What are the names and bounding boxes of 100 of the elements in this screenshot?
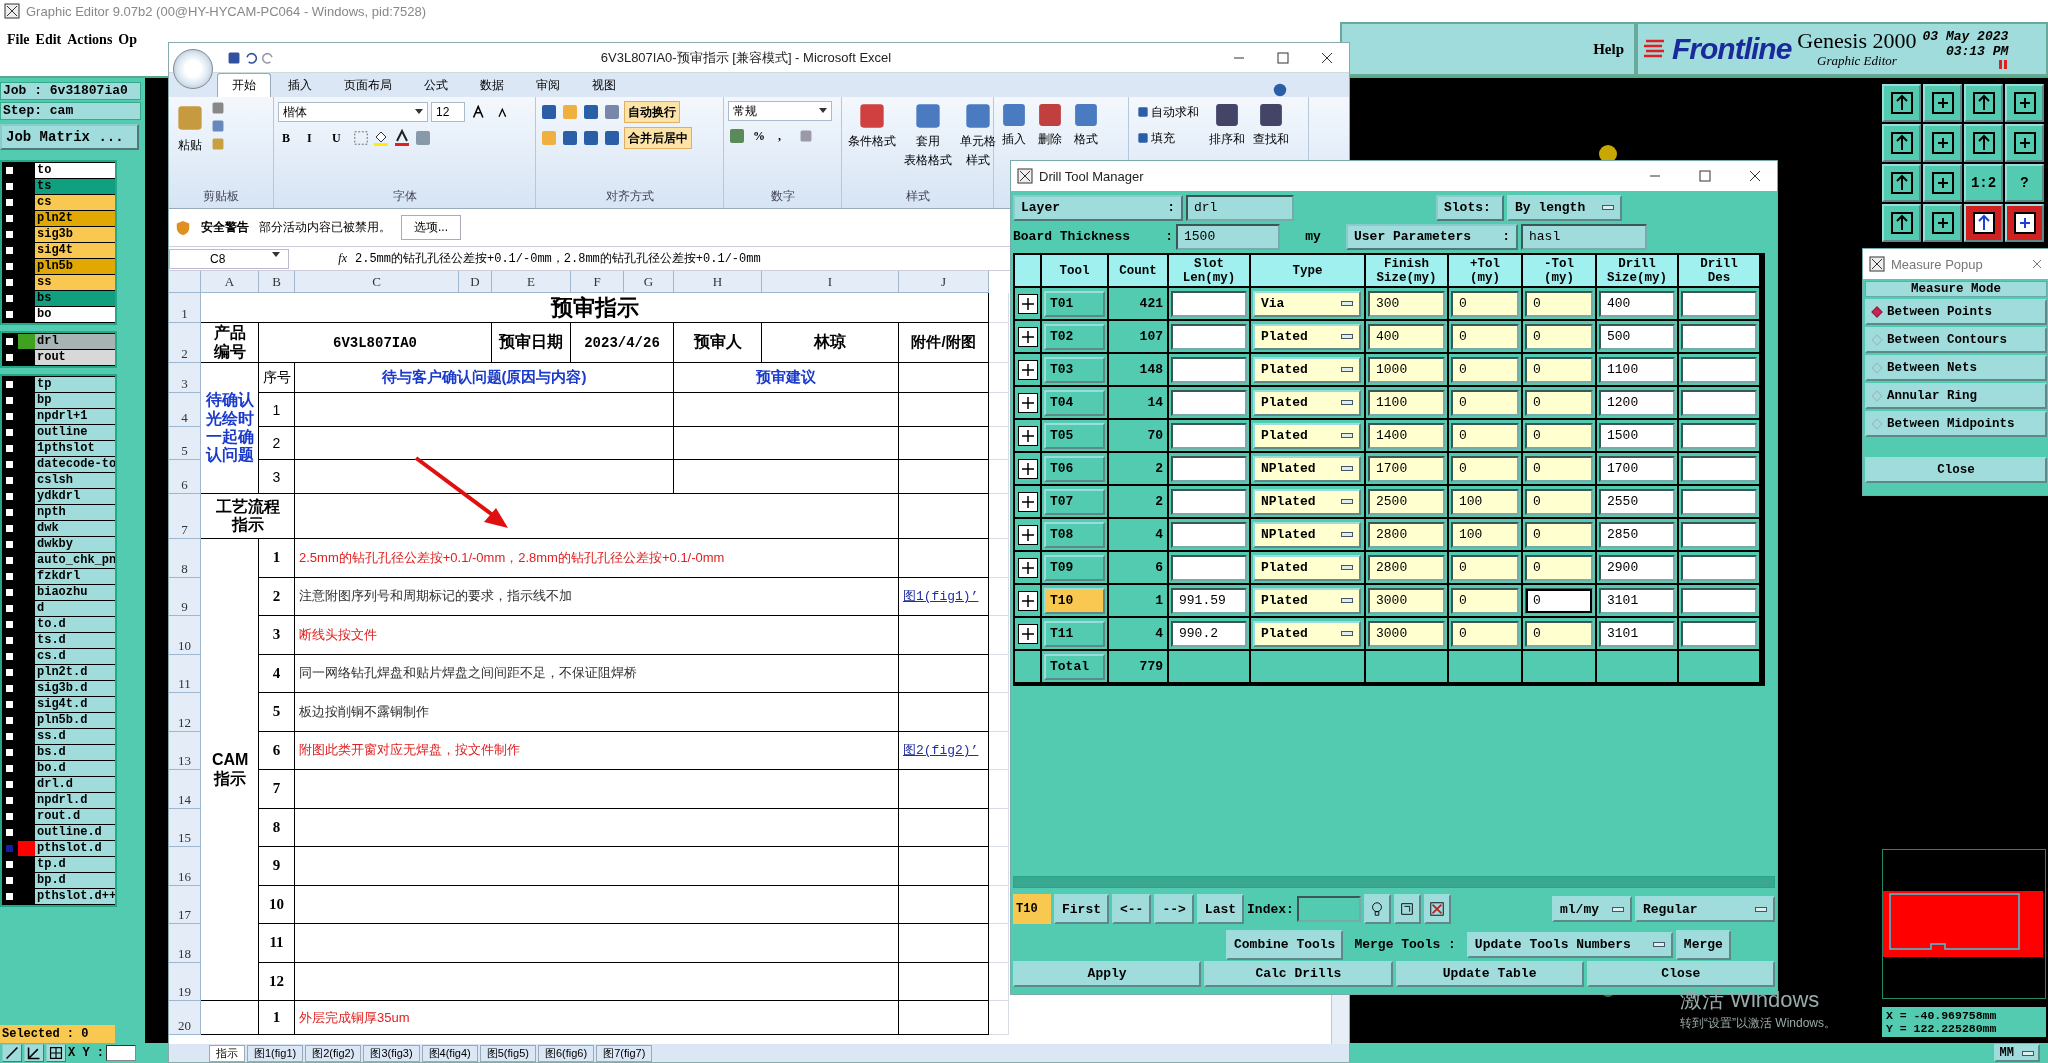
type-dropdown[interactable]: Plated — [1253, 422, 1361, 449]
editing-button[interactable]: 填充 — [1133, 127, 1203, 149]
plus-tolerance-field[interactable]: 0 — [1451, 389, 1519, 416]
cells-button[interactable]: 删除 — [1034, 101, 1066, 148]
layer-name[interactable]: dwkby — [35, 537, 115, 552]
layer-checkbox[interactable] — [4, 309, 15, 320]
layer-name[interactable]: bo.d — [35, 761, 115, 776]
measure-option[interactable]: Between Midpoints — [1865, 411, 2047, 437]
finish-size-field[interactable]: 2800 — [1368, 521, 1445, 548]
font-name-field[interactable]: 楷体 — [278, 102, 428, 122]
layer-name[interactable]: dwk — [35, 521, 115, 536]
layer-name[interactable]: fzkdrl — [35, 569, 115, 584]
toolbar-button[interactable] — [2005, 204, 2044, 242]
tool-button[interactable]: T05 — [1044, 422, 1105, 449]
layer-checkbox[interactable] — [4, 395, 15, 406]
tool-button[interactable]: T11 — [1044, 620, 1105, 647]
font-size-field[interactable]: 12 — [431, 102, 465, 122]
job-matrix-button[interactable]: Job Matrix ... — [0, 124, 139, 150]
expand-button[interactable] — [1017, 590, 1038, 611]
tool-button[interactable]: T07 — [1044, 488, 1105, 515]
toolbar-button[interactable] — [46, 1044, 66, 1062]
minus-tolerance-field[interactable]: 0 — [1525, 290, 1593, 317]
index-field[interactable] — [1296, 896, 1361, 922]
menu-item[interactable]: Op — [115, 22, 141, 52]
layer-name[interactable]: sig4t — [35, 243, 115, 258]
thickness-field[interactable]: 1500 — [1176, 223, 1280, 250]
layer-name[interactable]: pthslot.d++ — [35, 889, 115, 904]
style-button[interactable]: 套用 表格格式 — [902, 101, 954, 169]
drill-size-field[interactable]: 500 — [1599, 323, 1675, 350]
minus-tolerance-field[interactable]: 0 — [1525, 455, 1593, 482]
name-box[interactable]: C8 — [169, 248, 289, 269]
sheet-tab[interactable]: 图1(fig1) — [247, 1044, 304, 1062]
sheet-tab[interactable]: 图5(fig5) — [479, 1044, 536, 1062]
sheet-tab[interactable]: 图3(fig3) — [363, 1044, 420, 1062]
ribbon-tab[interactable]: 数据 — [465, 73, 519, 97]
layer-name[interactable]: npth — [35, 505, 115, 520]
attachment-link[interactable]: 图1(fig1)’ — [903, 587, 979, 606]
expand-button[interactable] — [1017, 491, 1038, 512]
ribbon-tab[interactable]: 开始 — [217, 73, 271, 97]
finish-size-field[interactable]: 300 — [1368, 290, 1445, 317]
total-button[interactable]: Total — [1044, 653, 1105, 680]
style-button[interactable]: 条件格式 — [846, 101, 898, 150]
menu-item[interactable]: File — [4, 22, 33, 52]
sheet-tab[interactable]: 图6(fig6) — [537, 1044, 595, 1062]
toolbar-button[interactable] — [1363, 894, 1391, 924]
layer-name[interactable]: drl.d — [35, 777, 115, 792]
layer-checkbox[interactable] — [4, 587, 15, 598]
units-dropdown[interactable]: ml/my — [1552, 896, 1632, 922]
layer-checkbox[interactable] — [4, 523, 15, 534]
expand-button[interactable] — [1017, 359, 1038, 380]
toolbar-button[interactable] — [1882, 124, 1921, 162]
layer-checkbox[interactable] — [4, 603, 15, 614]
finish-size-field[interactable]: 2800 — [1368, 554, 1445, 581]
layer-name[interactable]: outline.d — [35, 825, 115, 840]
minus-tolerance-field[interactable]: 0 — [1525, 422, 1593, 449]
layer-name[interactable]: bs.d — [35, 745, 115, 760]
toolbar-button[interactable] — [24, 1044, 44, 1062]
toolbar-button[interactable] — [1923, 204, 1962, 242]
close-icon[interactable] — [1749, 170, 1761, 182]
type-dropdown[interactable]: NPlated — [1253, 521, 1361, 548]
layer-name[interactable]: cs — [35, 195, 115, 210]
finish-size-field[interactable]: 3000 — [1368, 587, 1445, 614]
nav-button[interactable]: <-- — [1112, 894, 1152, 924]
action-button[interactable]: Close — [1586, 960, 1775, 987]
layer-name[interactable]: ss — [35, 275, 115, 290]
cells-button[interactable]: 插入 — [998, 101, 1030, 148]
minus-tolerance-field[interactable]: 0 — [1525, 620, 1593, 647]
merge-center-button[interactable]: 合并后居中 — [624, 127, 692, 149]
tool-button[interactable]: T04 — [1044, 389, 1105, 416]
layer-checkbox[interactable] — [4, 683, 15, 694]
plus-tolerance-field[interactable]: 100 — [1451, 488, 1519, 515]
plus-tolerance-field[interactable]: 0 — [1451, 455, 1519, 482]
layer-name[interactable]: bo — [35, 307, 115, 322]
layer-checkbox[interactable] — [4, 352, 15, 363]
expand-button[interactable] — [1017, 326, 1038, 347]
layer-field[interactable]: drl — [1186, 194, 1294, 221]
layer-name[interactable]: sig3b — [35, 227, 115, 242]
layer-name[interactable]: datecode-to — [35, 457, 115, 472]
type-dropdown[interactable]: Plated — [1253, 587, 1361, 614]
layer-checkbox[interactable] — [4, 507, 15, 518]
layer-checkbox[interactable] — [4, 165, 15, 176]
layer-checkbox[interactable] — [4, 699, 15, 710]
layer-name[interactable]: npdrl.d — [35, 793, 115, 808]
menu-item[interactable]: Actions — [64, 22, 116, 52]
toolbar-button[interactable]: 1:2 — [1964, 164, 2003, 202]
drill-size-field[interactable]: 2900 — [1599, 554, 1675, 581]
tool-button[interactable]: T08 — [1044, 521, 1105, 548]
layer-checkbox[interactable] — [4, 197, 15, 208]
font-style-button[interactable]: U — [328, 127, 350, 149]
mode-dropdown[interactable]: Regular — [1635, 896, 1775, 922]
layer-name[interactable]: pln2t — [35, 211, 115, 226]
toolbar-button[interactable] — [1393, 894, 1421, 924]
tool-button[interactable]: T01 — [1044, 290, 1105, 317]
layer-name[interactable]: tp.d — [35, 857, 115, 872]
layer-name[interactable]: bs — [35, 291, 115, 306]
plus-tolerance-field[interactable]: 0 — [1451, 422, 1519, 449]
layer-name[interactable]: pln2t.d — [35, 665, 115, 680]
layer-checkbox[interactable] — [4, 261, 15, 272]
layer-name[interactable]: rout.d — [35, 809, 115, 824]
type-dropdown[interactable]: Plated — [1253, 389, 1361, 416]
